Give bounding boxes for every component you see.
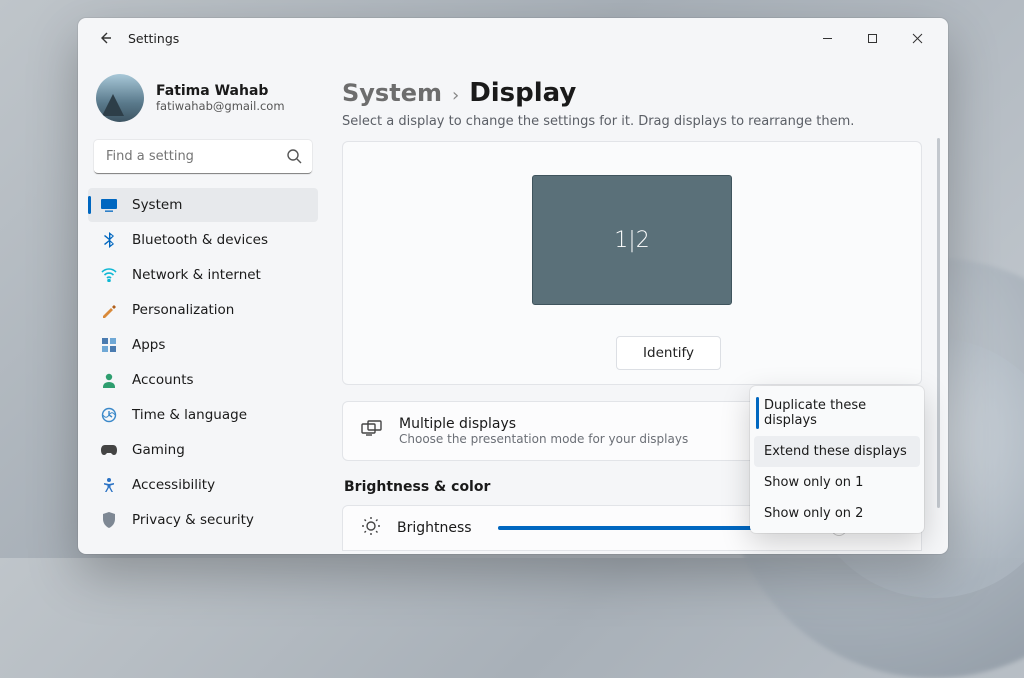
display-canvas[interactable]: 1|2 bbox=[361, 160, 903, 320]
display-tile-label: 1|2 bbox=[614, 228, 649, 253]
gaming-icon bbox=[100, 441, 118, 459]
privacy-icon bbox=[100, 511, 118, 529]
nav-item-network[interactable]: Network & internet bbox=[88, 258, 318, 292]
time-icon bbox=[100, 406, 118, 424]
nav-item-accounts[interactable]: Accounts bbox=[88, 363, 318, 397]
avatar bbox=[96, 74, 144, 122]
nav-label: Accessibility bbox=[132, 477, 215, 493]
nav-item-personalization[interactable]: Personalization bbox=[88, 293, 318, 327]
display-tile[interactable]: 1|2 bbox=[532, 175, 732, 305]
dropdown-item-label: Duplicate these displays bbox=[764, 398, 866, 428]
nav-label: Gaming bbox=[132, 442, 185, 458]
nav-label: Time & language bbox=[132, 407, 247, 423]
nav-list: System Bluetooth & devices Network & int… bbox=[88, 188, 318, 544]
back-button[interactable] bbox=[90, 22, 122, 54]
identify-button[interactable]: Identify bbox=[616, 336, 721, 370]
dropdown-item-label: Extend these displays bbox=[764, 444, 907, 459]
nav-item-system[interactable]: System bbox=[88, 188, 318, 222]
dropdown-item-label: Show only on 1 bbox=[764, 475, 863, 490]
nav-item-accessibility[interactable]: Accessibility bbox=[88, 468, 318, 502]
minimize-icon bbox=[822, 33, 833, 44]
window-title: Settings bbox=[128, 31, 179, 46]
apps-icon bbox=[100, 336, 118, 354]
dropdown-item-only2[interactable]: Show only on 2 bbox=[754, 498, 920, 529]
main-content: System › Display Select a display to cha… bbox=[328, 58, 948, 554]
page-subtext: Select a display to change the settings … bbox=[342, 114, 922, 129]
nav-item-apps[interactable]: Apps bbox=[88, 328, 318, 362]
card-subtitle: Choose the presentation mode for your di… bbox=[399, 432, 688, 446]
page-title: Display bbox=[469, 78, 576, 108]
minimize-button[interactable] bbox=[805, 22, 850, 54]
brightness-icon bbox=[361, 516, 381, 540]
display-arrangement-panel: 1|2 Identify bbox=[342, 141, 922, 385]
nav-label: Apps bbox=[132, 337, 165, 353]
brightness-label: Brightness bbox=[397, 520, 472, 536]
maximize-button[interactable] bbox=[850, 22, 895, 54]
nav-label: Personalization bbox=[132, 302, 234, 318]
card-title: Multiple displays bbox=[399, 416, 688, 432]
chevron-right-icon: › bbox=[452, 85, 459, 106]
dropdown-item-extend[interactable]: Extend these displays bbox=[754, 436, 920, 467]
titlebar: Settings bbox=[78, 18, 948, 58]
multiple-displays-icon bbox=[361, 420, 383, 442]
nav-label: Privacy & security bbox=[132, 512, 254, 528]
breadcrumb-parent[interactable]: System bbox=[342, 79, 442, 107]
bluetooth-icon bbox=[100, 231, 118, 249]
sidebar: Fatima Wahab fatiwahab@gmail.com System bbox=[78, 58, 328, 554]
search-icon bbox=[286, 148, 302, 168]
profile-block[interactable]: Fatima Wahab fatiwahab@gmail.com bbox=[88, 58, 318, 140]
close-icon bbox=[912, 33, 923, 44]
main-scrollbar[interactable] bbox=[937, 138, 940, 508]
close-button[interactable] bbox=[895, 22, 940, 54]
personalization-icon bbox=[100, 301, 118, 319]
system-icon bbox=[100, 196, 118, 214]
profile-name: Fatima Wahab bbox=[156, 83, 285, 99]
nav-item-time[interactable]: Time & language bbox=[88, 398, 318, 432]
nav-item-gaming[interactable]: Gaming bbox=[88, 433, 318, 467]
nav-label: System bbox=[132, 197, 182, 213]
dropdown-item-duplicate[interactable]: Duplicate these displays bbox=[754, 390, 920, 436]
breadcrumb: System › Display bbox=[342, 78, 922, 108]
nav-item-privacy[interactable]: Privacy & security bbox=[88, 503, 318, 537]
network-icon bbox=[100, 266, 118, 284]
dropdown-item-label: Show only on 2 bbox=[764, 506, 863, 521]
accessibility-icon bbox=[100, 476, 118, 494]
accounts-icon bbox=[100, 371, 118, 389]
settings-window: Settings Fatima Wahab fatiwahab@gmail.co… bbox=[78, 18, 948, 554]
profile-email: fatiwahab@gmail.com bbox=[156, 99, 285, 113]
presentation-mode-dropdown: Duplicate these displays Extend these di… bbox=[750, 386, 924, 533]
nav-label: Network & internet bbox=[132, 267, 261, 283]
nav-item-bluetooth[interactable]: Bluetooth & devices bbox=[88, 223, 318, 257]
back-arrow-icon bbox=[98, 30, 114, 46]
dropdown-item-only1[interactable]: Show only on 1 bbox=[754, 467, 920, 498]
nav-label: Accounts bbox=[132, 372, 194, 388]
search-box bbox=[94, 140, 312, 174]
search-input[interactable] bbox=[94, 140, 312, 174]
maximize-icon bbox=[867, 33, 878, 44]
nav-label: Bluetooth & devices bbox=[132, 232, 268, 248]
